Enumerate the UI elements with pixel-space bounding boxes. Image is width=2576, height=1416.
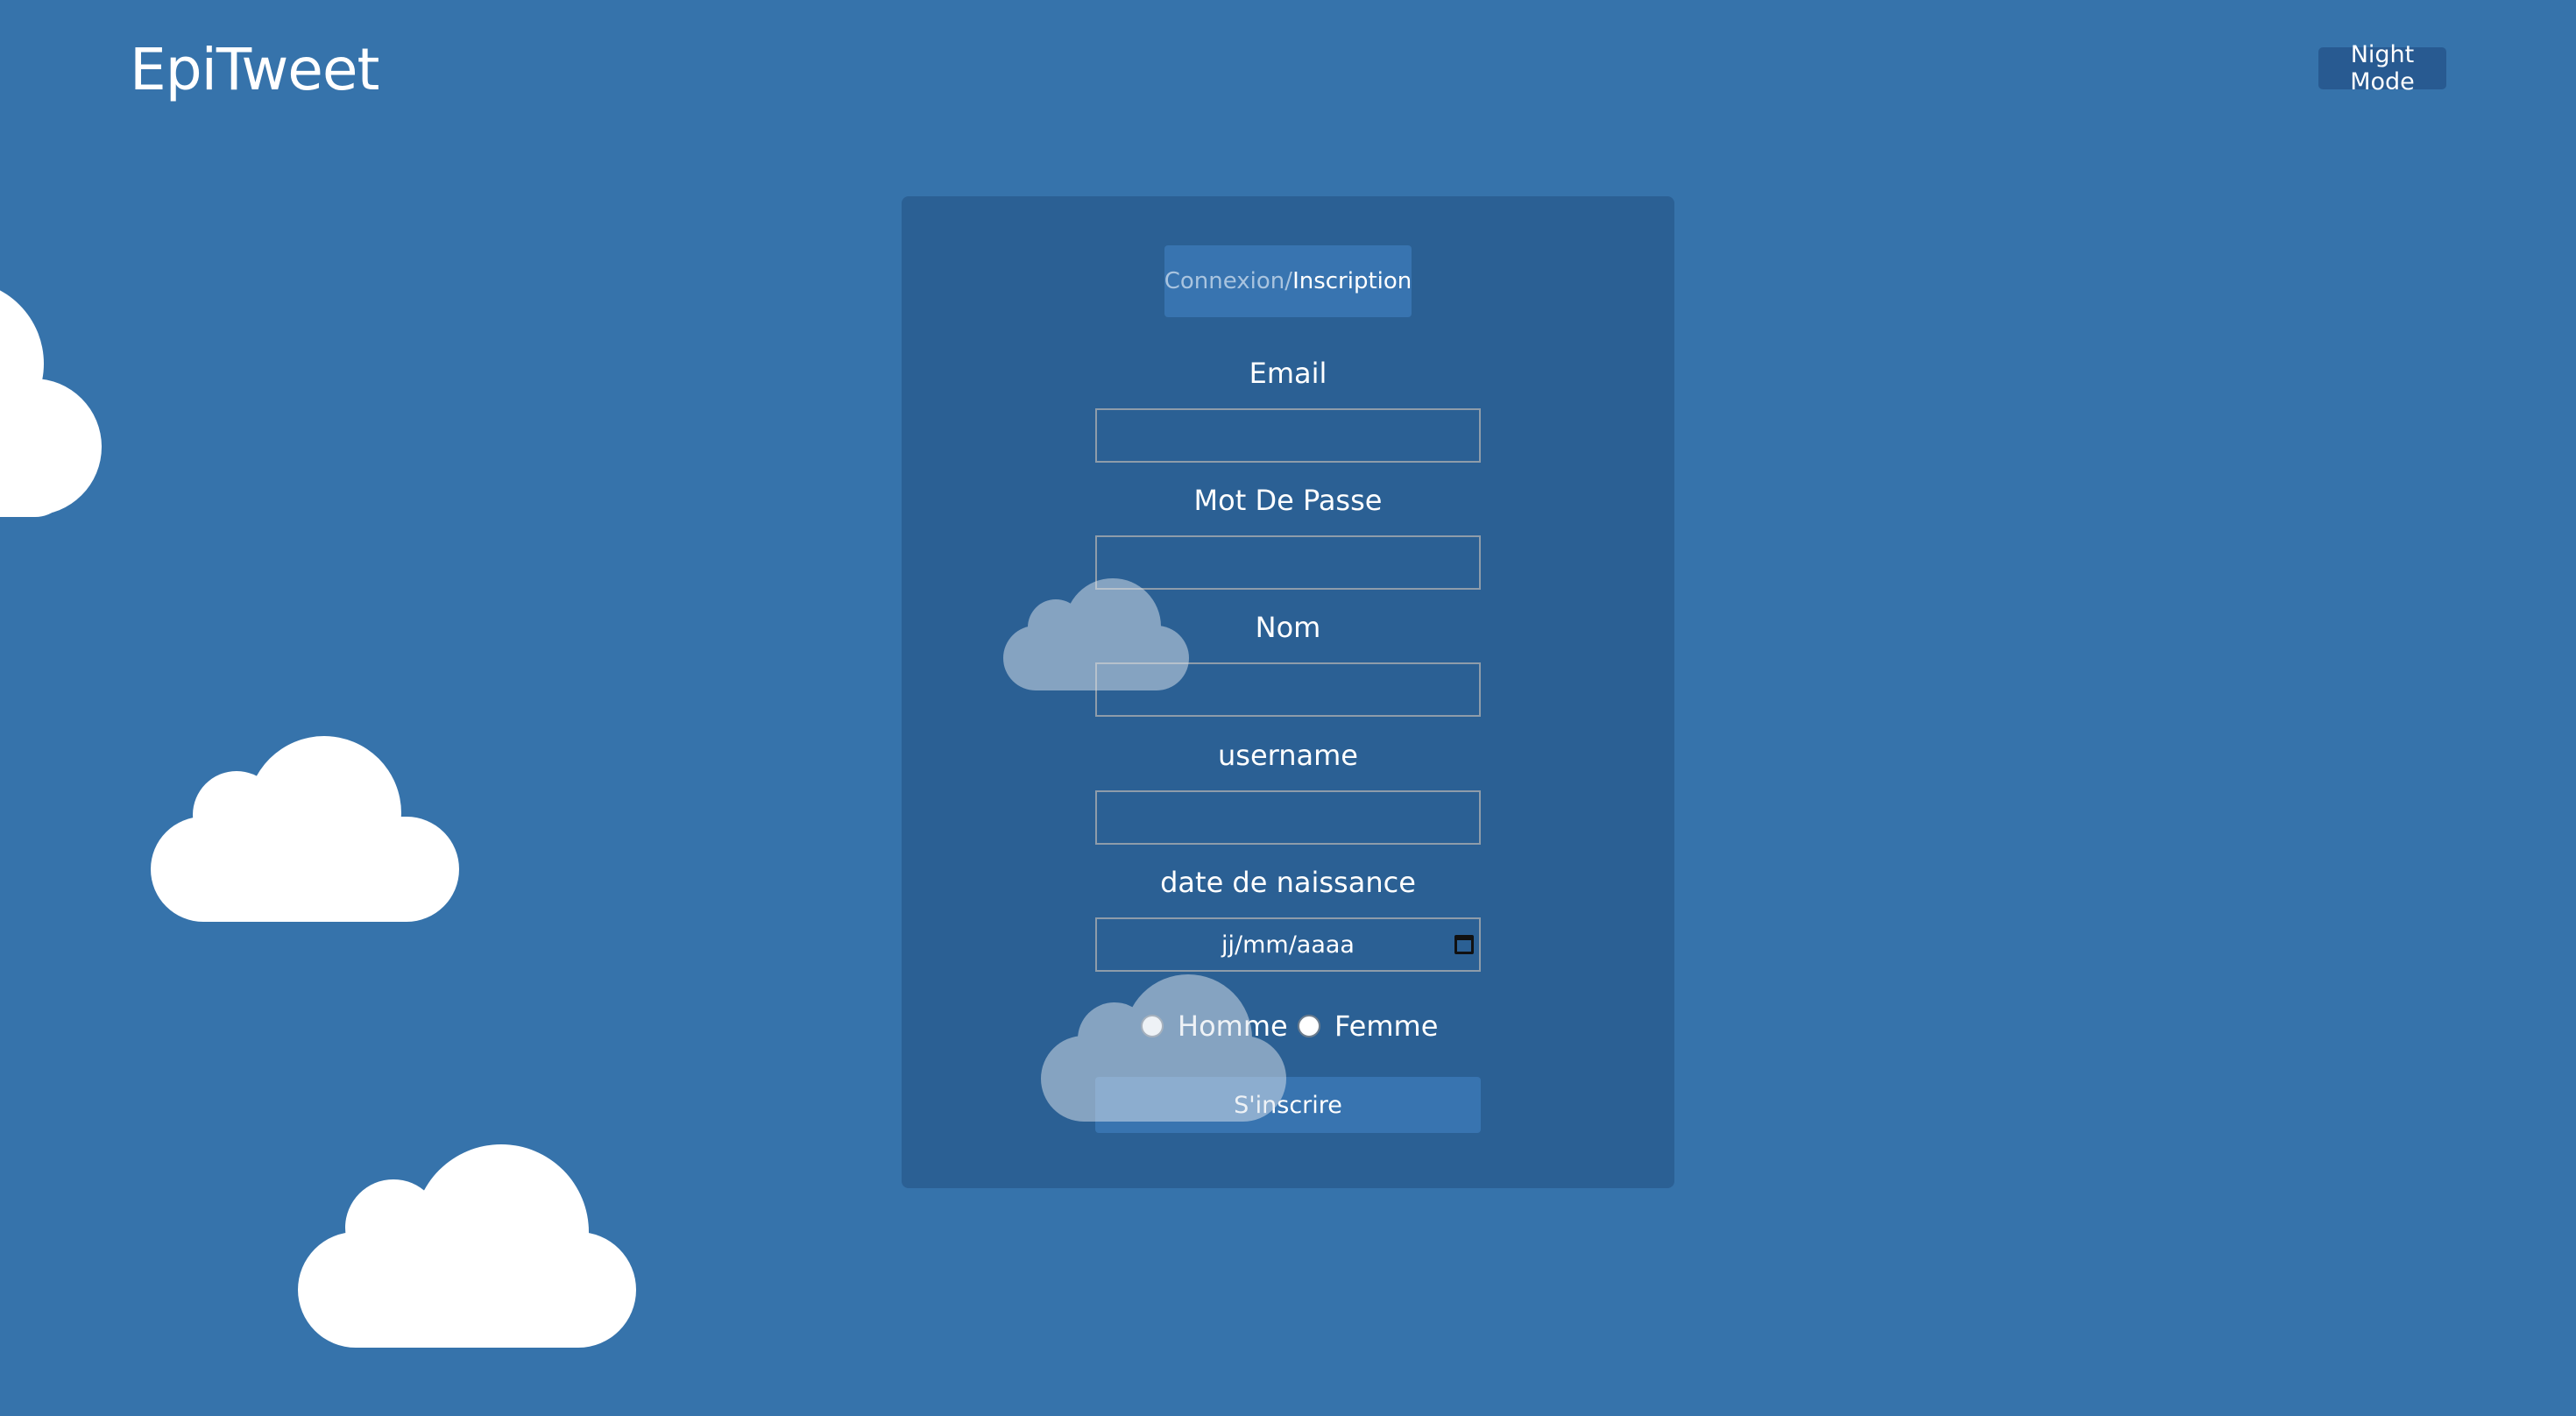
cloud-middle-left <box>151 736 459 922</box>
tab-inscription[interactable]: Inscription <box>1292 268 1412 294</box>
night-mode-button[interactable]: Night Mode <box>2318 41 2446 96</box>
logo: EpiTweet <box>130 36 379 103</box>
birthdate-field[interactable]: jj/mm/aaaa <box>1095 917 1481 972</box>
birthdate-label: date de naissance <box>1160 866 1416 899</box>
username-label: username <box>1218 739 1358 772</box>
gender-female-option[interactable]: Femme <box>1298 1007 1438 1045</box>
username-field[interactable] <box>1095 790 1481 845</box>
tab-connexion[interactable]: Connexion/ <box>1164 268 1292 294</box>
cloud-over-form-top <box>1003 578 1189 690</box>
cloud-over-form-bottom <box>1041 974 1286 1122</box>
birthdate-placeholder: jj/mm/aaaa <box>1221 931 1355 959</box>
email-field[interactable] <box>1095 408 1481 463</box>
auth-tabs: Connexion/Inscription <box>1164 245 1412 317</box>
calendar-icon[interactable] <box>1454 935 1474 954</box>
gender-female-label: Femme <box>1334 1009 1439 1043</box>
female-radio[interactable] <box>1298 1015 1320 1037</box>
cloud-top-left <box>0 280 105 517</box>
cloud-bottom-left <box>298 1144 636 1348</box>
email-label: Email <box>1249 357 1327 390</box>
night-mode-label: Night Mode <box>2350 41 2415 96</box>
password-label: Mot De Passe <box>1193 484 1383 517</box>
